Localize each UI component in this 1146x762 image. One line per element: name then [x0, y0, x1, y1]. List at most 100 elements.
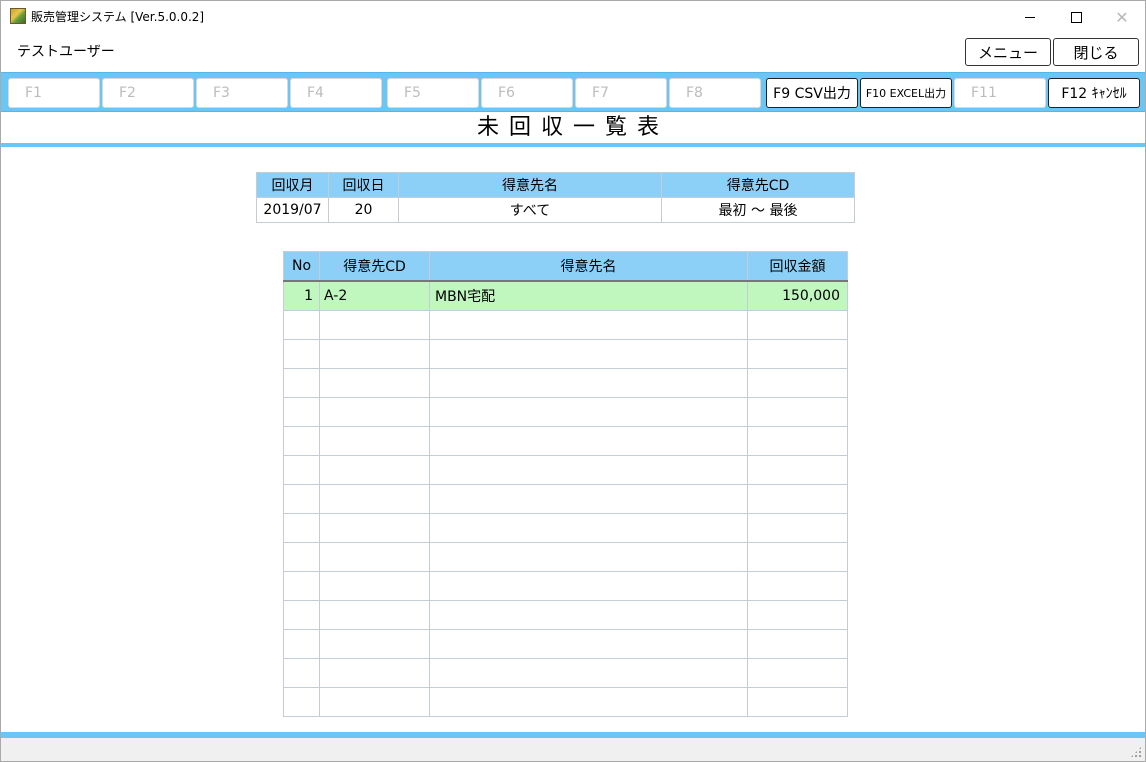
user-name: テストユーザー — [17, 44, 115, 60]
row-amount — [747, 571, 848, 601]
f12-cancel-button[interactable]: F12 ｷｬﾝｾﾙ — [1048, 78, 1140, 108]
row-no — [283, 513, 320, 543]
table-row-empty[interactable] — [283, 484, 848, 514]
f4-button[interactable]: F4 — [290, 78, 382, 108]
filter-header-customer-cd: 得意先CD — [661, 172, 855, 198]
row-customer-name — [429, 542, 748, 572]
table-row-empty[interactable] — [283, 513, 848, 543]
row-customer-name — [429, 513, 748, 543]
row-customer-cd — [319, 339, 430, 369]
row-no — [283, 368, 320, 398]
row-customer-cd — [319, 484, 430, 514]
table-row-empty[interactable] — [283, 687, 848, 717]
row-no — [283, 397, 320, 427]
filter-value-row: 2019/07 20 すべて 最初 ～ 最後 — [256, 197, 855, 223]
row-customer-name — [429, 484, 748, 514]
row-no — [283, 629, 320, 659]
row-customer-name: MBN宅配 — [429, 280, 748, 311]
row-amount: 150,000 — [747, 280, 848, 311]
close-window-button[interactable]: ✕ — [1099, 1, 1145, 33]
filter-customer-name-value: すべて — [398, 197, 662, 223]
table-row-empty[interactable] — [283, 397, 848, 427]
row-customer-name — [429, 658, 748, 688]
filter-month-value: 2019/07 — [256, 197, 329, 223]
row-customer-cd — [319, 658, 430, 688]
f3-button[interactable]: F3 — [196, 78, 288, 108]
row-amount — [747, 397, 848, 427]
table-row-empty[interactable] — [283, 368, 848, 398]
table-row-empty[interactable] — [283, 426, 848, 456]
filter-customer-cd-range: 最初 ～ 最後 — [661, 197, 855, 223]
row-amount — [747, 310, 848, 340]
row-amount — [747, 513, 848, 543]
row-customer-name — [429, 455, 748, 485]
f10-excel-export-button[interactable]: F10 EXCEL出力 — [860, 78, 952, 108]
row-customer-name — [429, 600, 748, 630]
f6-button[interactable]: F6 — [481, 78, 573, 108]
row-amount — [747, 542, 848, 572]
table-row-empty[interactable] — [283, 455, 848, 485]
row-amount — [747, 455, 848, 485]
f5-button[interactable]: F5 — [387, 78, 479, 108]
f2-button[interactable]: F2 — [102, 78, 194, 108]
row-customer-name — [429, 426, 748, 456]
row-no — [283, 571, 320, 601]
page-title: 未回収一覧表 — [476, 115, 669, 140]
row-customer-cd — [319, 368, 430, 398]
row-customer-name — [429, 571, 748, 601]
table-row-empty[interactable] — [283, 571, 848, 601]
f11-button[interactable]: F11 — [954, 78, 1046, 108]
table-row-empty[interactable] — [283, 629, 848, 659]
filter-day-value: 20 — [328, 197, 399, 223]
row-no — [283, 426, 320, 456]
f1-button[interactable]: F1 — [8, 78, 100, 108]
minimize-button[interactable] — [1007, 1, 1053, 33]
row-customer-cd — [319, 629, 430, 659]
row-customer-name — [429, 687, 748, 717]
column-header-customer-name[interactable]: 得意先名 — [429, 251, 748, 282]
result-header-row: No 得意先CD 得意先名 回収金額 — [283, 251, 848, 282]
column-header-customer-cd[interactable]: 得意先CD — [319, 251, 430, 282]
status-bar — [1, 738, 1145, 761]
row-no — [283, 658, 320, 688]
row-customer-name — [429, 339, 748, 369]
title-bar[interactable]: 販売管理システム [Ver.5.0.0.2] ✕ — [1, 1, 1145, 33]
row-no — [283, 600, 320, 630]
row-customer-name — [429, 397, 748, 427]
row-customer-cd — [319, 455, 430, 485]
filter-header-customer-name: 得意先名 — [398, 172, 662, 198]
row-no — [283, 484, 320, 514]
row-amount — [747, 629, 848, 659]
column-header-amount[interactable]: 回収金額 — [747, 251, 848, 282]
row-customer-cd — [319, 571, 430, 601]
row-customer-cd — [319, 687, 430, 717]
f9-csv-export-button[interactable]: F9 CSV出力 — [766, 78, 858, 108]
f8-button[interactable]: F8 — [669, 78, 761, 108]
row-amount — [747, 426, 848, 456]
row-amount — [747, 368, 848, 398]
maximize-button[interactable] — [1053, 1, 1099, 33]
row-customer-cd — [319, 600, 430, 630]
table-row-empty[interactable] — [283, 310, 848, 340]
row-customer-cd — [319, 542, 430, 572]
resize-grip-icon[interactable] — [1130, 746, 1142, 758]
table-row[interactable]: 1 A-2 MBN宅配 150,000 — [283, 280, 848, 311]
menu-button[interactable]: メニュー — [965, 38, 1051, 66]
row-customer-cd — [319, 310, 430, 340]
app-icon — [10, 8, 26, 24]
column-header-no[interactable]: No — [283, 251, 320, 282]
close-icon: ✕ — [1115, 7, 1129, 27]
table-row-empty[interactable] — [283, 658, 848, 688]
row-customer-cd — [319, 426, 430, 456]
uncollected-list-table[interactable]: No 得意先CD 得意先名 回収金額 1 A-2 MBN宅配 150,000 — [283, 251, 848, 717]
table-row-empty[interactable] — [283, 600, 848, 630]
table-row-empty[interactable] — [283, 339, 848, 369]
row-customer-name — [429, 629, 748, 659]
row-no — [283, 687, 320, 717]
filter-header-row: 回収月 回収日 得意先名 得意先CD — [256, 172, 855, 198]
close-button[interactable]: 閉じる — [1053, 38, 1139, 66]
f7-button[interactable]: F7 — [575, 78, 667, 108]
window-title: 販売管理システム [Ver.5.0.0.2] — [31, 10, 205, 24]
row-customer-name — [429, 368, 748, 398]
table-row-empty[interactable] — [283, 542, 848, 572]
